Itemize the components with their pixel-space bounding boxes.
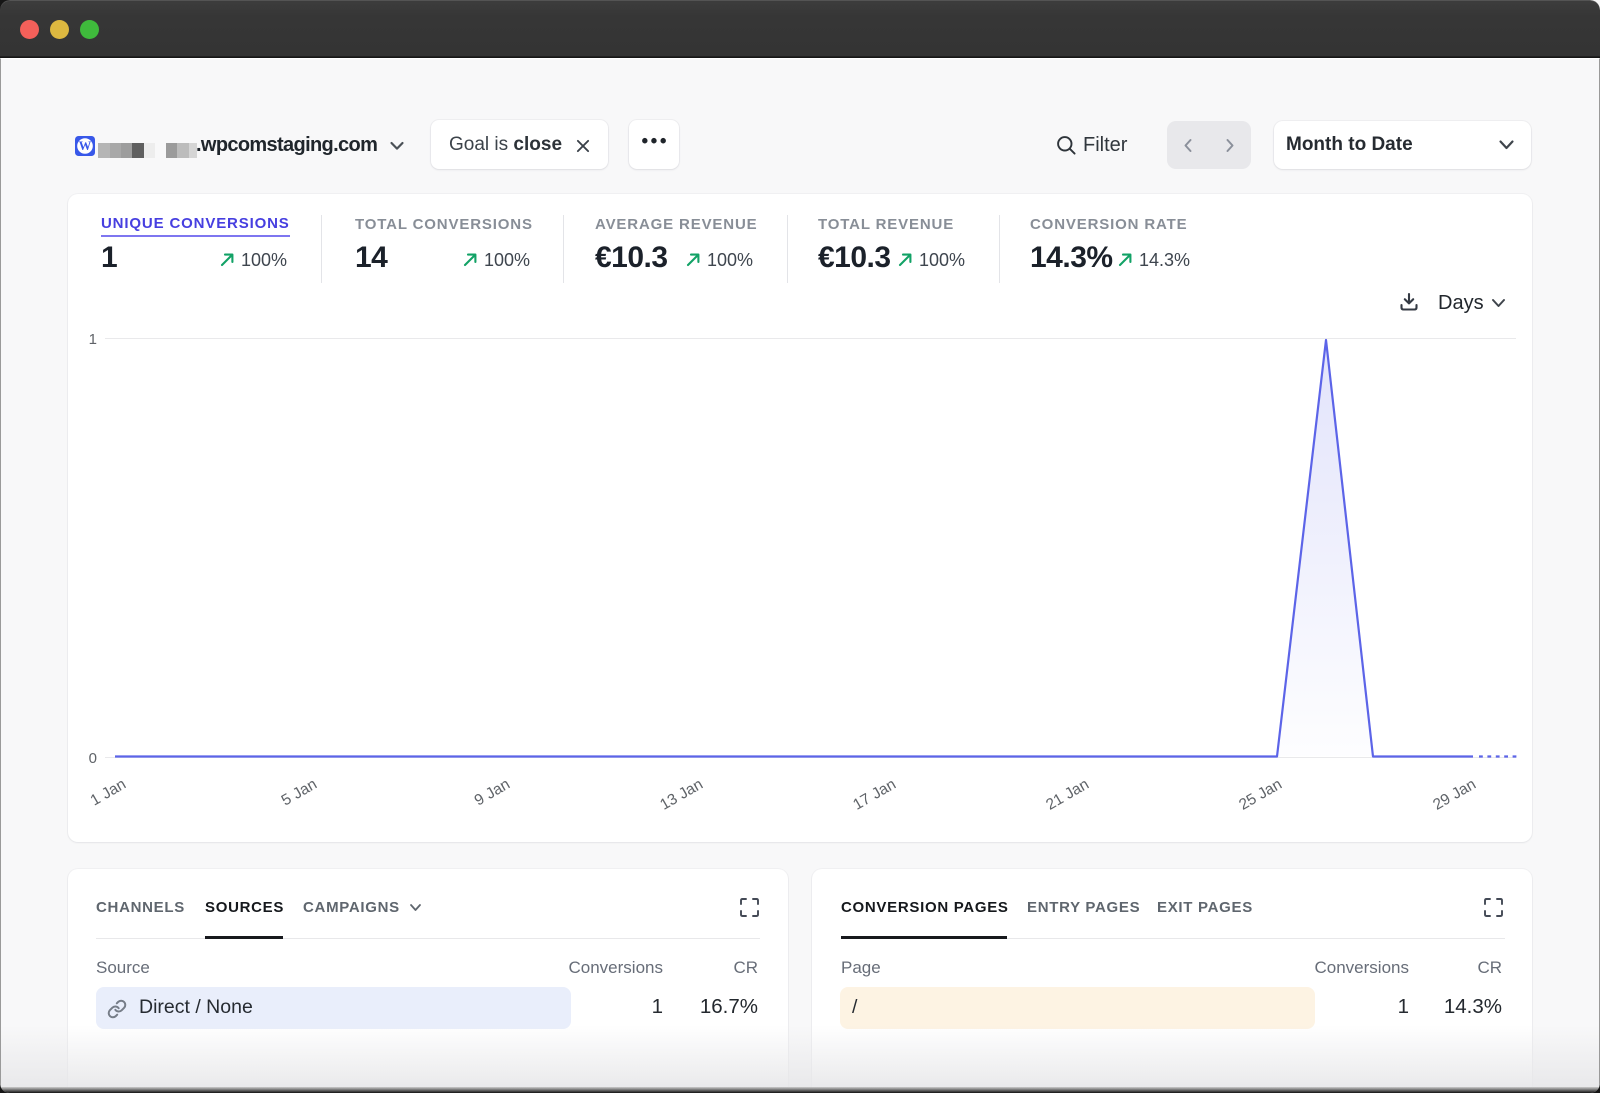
svg-text:1 Jan: 1 Jan bbox=[88, 776, 129, 810]
svg-text:5 Jan: 5 Jan bbox=[279, 776, 320, 810]
svg-text:25 Jan: 25 Jan bbox=[1236, 776, 1285, 814]
svg-text:17 Jan: 17 Jan bbox=[850, 776, 899, 814]
svg-text:1: 1 bbox=[89, 331, 97, 348]
svg-text:W: W bbox=[79, 139, 92, 153]
svg-text:9 Jan: 9 Jan bbox=[472, 776, 513, 810]
svg-text:21 Jan: 21 Jan bbox=[1043, 776, 1092, 814]
svg-text:29 Jan: 29 Jan bbox=[1430, 776, 1479, 814]
svg-text:13 Jan: 13 Jan bbox=[657, 776, 706, 814]
svg-text:0: 0 bbox=[89, 750, 97, 767]
